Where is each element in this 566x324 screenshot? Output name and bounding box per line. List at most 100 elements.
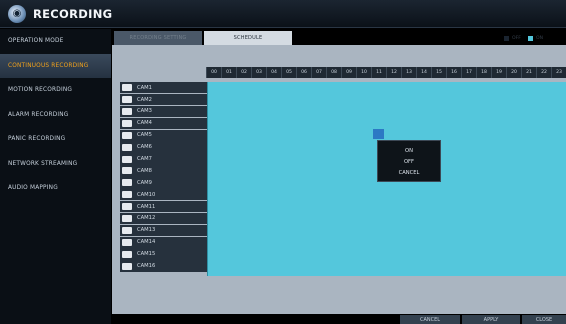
camera-label: CAM13 — [137, 227, 156, 234]
camera-icon — [122, 238, 132, 246]
camera-label: CAM15 — [137, 251, 156, 258]
hour-label[interactable]: 12 — [386, 67, 401, 78]
page-title: RECORDING — [33, 6, 113, 21]
sidebar-item-panic-recording[interactable]: PANIC RECORDING — [0, 127, 111, 151]
hour-label[interactable]: 15 — [431, 67, 446, 78]
hour-label[interactable]: 00 — [206, 67, 221, 78]
camera-icon — [122, 167, 132, 175]
camera-row[interactable]: CAM2 — [120, 93, 207, 106]
hour-label[interactable]: 07 — [311, 67, 326, 78]
camera-label: CAM6 — [137, 144, 152, 151]
camera-icon — [122, 131, 132, 139]
hour-header: 00 01 02 03 04 05 06 07 08 09 10 11 12 13 14 15 16 17 18 19… — [206, 67, 566, 79]
hour-label[interactable]: 14 — [416, 67, 431, 78]
apply-button[interactable]: APPLY — [462, 315, 520, 324]
hour-label[interactable]: 19 — [491, 67, 506, 78]
hour-label[interactable]: 22 — [536, 67, 551, 78]
camera-label: CAM4 — [137, 120, 152, 127]
camera-row[interactable]: CAM9 — [120, 177, 207, 189]
sidebar-item-audio-mapping[interactable]: AUDIO MAPPING — [0, 176, 111, 200]
hour-label[interactable]: 16 — [446, 67, 461, 78]
camera-row[interactable]: CAM15 — [120, 248, 207, 260]
legend-off: OFF — [504, 36, 521, 41]
camera-row[interactable]: CAM13 — [120, 224, 207, 237]
camera-icon — [122, 203, 132, 211]
camera-label: CAM16 — [137, 263, 156, 270]
hour-label[interactable]: 09 — [341, 67, 356, 78]
sidebar-item-motion-recording[interactable]: MOTION RECORDING — [0, 78, 111, 102]
camera-icon — [122, 262, 132, 270]
camera-label: CAM1 — [137, 84, 152, 91]
hour-label[interactable]: 02 — [236, 67, 251, 78]
camera-row[interactable]: CAM4 — [120, 117, 207, 130]
camera-label: CAM10 — [137, 191, 156, 198]
camera-row[interactable]: CAM11 — [120, 200, 207, 213]
sidebar: OPERATION MODE CONTINUOUS RECORDING MOTI… — [0, 29, 111, 324]
hour-label[interactable]: 10 — [356, 67, 371, 78]
camera-icon — [122, 107, 132, 115]
camera-label: CAM8 — [137, 167, 152, 174]
camera-row[interactable]: CAM6 — [120, 141, 207, 153]
camera-icon — [122, 143, 132, 151]
close-button[interactable]: CLOSE — [522, 315, 566, 324]
hour-label[interactable]: 05 — [281, 67, 296, 78]
legend-on: ON — [528, 36, 543, 41]
hour-label[interactable]: 23 — [551, 67, 566, 78]
camera-label: CAM11 — [137, 203, 156, 210]
selected-schedule-cell[interactable] — [373, 129, 384, 139]
camera-icon — [122, 119, 132, 127]
camera-icon — [122, 84, 132, 92]
camera-label: CAM3 — [137, 108, 152, 115]
camera-row[interactable]: CAM3 — [120, 105, 207, 118]
hour-label[interactable]: 20 — [506, 67, 521, 78]
hour-label[interactable]: 08 — [326, 67, 341, 78]
tab-schedule[interactable]: SCHEDULE — [204, 31, 292, 45]
tab-bar: RECORDING SETTING SCHEDULE — [112, 29, 566, 45]
legend-off-swatch — [504, 36, 509, 41]
hour-label[interactable]: 03 — [251, 67, 266, 78]
camera-row[interactable]: CAM16 — [120, 260, 207, 272]
app-logo-icon: ◉ — [8, 4, 26, 23]
camera-icon — [122, 191, 132, 199]
camera-label: CAM14 — [137, 239, 156, 246]
legend-on-swatch — [528, 36, 533, 41]
sidebar-item-alarm-recording[interactable]: ALARM RECORDING — [0, 103, 111, 127]
camera-icon — [122, 250, 132, 258]
hour-label[interactable]: 06 — [296, 67, 311, 78]
camera-row[interactable]: CAM5 — [120, 129, 207, 141]
legend-on-label: ON — [536, 36, 544, 41]
menu-item-on[interactable]: ON — [378, 145, 440, 156]
hour-label[interactable]: 21 — [521, 67, 536, 78]
hour-label[interactable]: 17 — [461, 67, 476, 78]
camera-list: CAM1 CAM2 CAM3 CAM4 CAM5 CAM6 CAM7 CAM8 CAM9 CAM1… — [120, 82, 207, 272]
camera-label: CAM9 — [137, 179, 152, 186]
menu-item-off[interactable]: OFF — [378, 156, 440, 167]
schedule-context-menu: ON OFF CANCEL — [377, 140, 441, 182]
camera-row[interactable]: CAM8 — [120, 165, 207, 177]
camera-icon — [122, 226, 132, 234]
sidebar-item-continuous-recording[interactable]: CONTINUOUS RECORDING — [0, 53, 111, 78]
hour-label[interactable]: 13 — [401, 67, 416, 78]
hour-label[interactable]: 01 — [221, 67, 236, 78]
tab-recording-setting[interactable]: RECORDING SETTING — [114, 31, 202, 45]
menu-item-cancel[interactable]: CANCEL — [378, 167, 440, 178]
hour-label[interactable]: 11 — [371, 67, 386, 78]
camera-icon — [122, 214, 132, 222]
camera-icon — [122, 155, 132, 163]
hour-label[interactable]: 18 — [476, 67, 491, 78]
camera-row[interactable]: CAM14 — [120, 236, 207, 248]
camera-row[interactable]: CAM1 — [120, 82, 207, 94]
camera-icon — [122, 179, 132, 187]
sidebar-item-operation-mode[interactable]: OPERATION MODE — [0, 29, 111, 53]
camera-row[interactable]: CAM7 — [120, 153, 207, 165]
camera-row[interactable]: CAM12 — [120, 212, 207, 225]
hour-label[interactable]: 04 — [266, 67, 281, 78]
sidebar-item-network-streaming[interactable]: NETWORK STREAMING — [0, 152, 111, 176]
camera-label: CAM2 — [137, 96, 152, 103]
camera-icon — [122, 96, 132, 104]
camera-label: CAM7 — [137, 156, 152, 163]
cancel-button[interactable]: CANCEL — [400, 315, 460, 324]
camera-row[interactable]: CAM10 — [120, 189, 207, 201]
camera-label: CAM12 — [137, 215, 156, 222]
title-bar: ◉ RECORDING — [0, 0, 566, 28]
